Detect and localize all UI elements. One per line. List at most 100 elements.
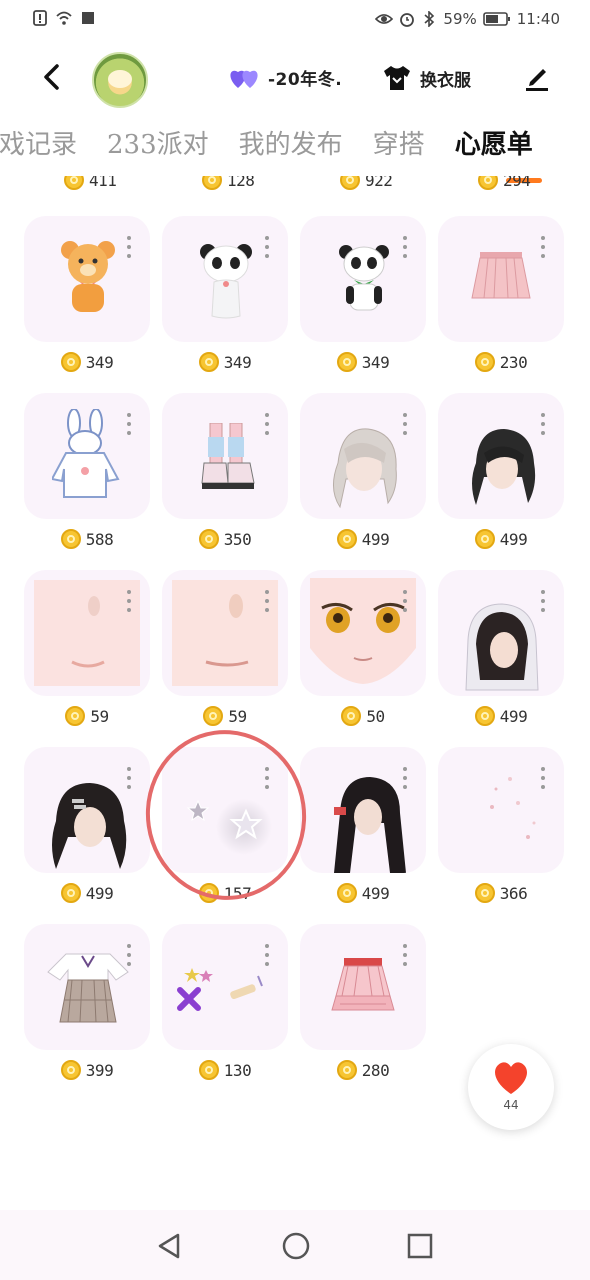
price: 59: [24, 704, 150, 728]
item-card[interactable]: [162, 393, 288, 519]
black-hair-ponytail-image: [472, 429, 536, 505]
price: 499: [300, 881, 426, 905]
candy-accessories-image: [177, 968, 263, 1011]
sparkle-effect-image: [490, 777, 536, 839]
item-card[interactable]: [438, 570, 564, 696]
item-card[interactable]: [162, 216, 288, 342]
more-options-icon[interactable]: [402, 767, 408, 789]
more-options-icon[interactable]: [402, 236, 408, 258]
like-count: 44: [503, 1098, 519, 1112]
coin-icon: [474, 529, 495, 549]
more-options-icon[interactable]: [264, 236, 270, 258]
system-nav-bar: [0, 1210, 590, 1280]
coin-icon: [474, 883, 495, 903]
face-detail: [71, 596, 105, 668]
item-card[interactable]: [300, 747, 426, 873]
item-card[interactable]: [24, 747, 150, 873]
price: 349: [24, 350, 150, 374]
item-card[interactable]: [438, 216, 564, 342]
list-item[interactable]: 280: [300, 924, 426, 1082]
list-item[interactable]: 588: [24, 393, 150, 551]
price: 499: [300, 527, 426, 551]
price: 499: [438, 704, 564, 728]
list-item[interactable]: 349: [300, 216, 426, 374]
item-card[interactable]: [300, 393, 426, 519]
item-card[interactable]: [24, 393, 150, 519]
list-item[interactable]: 499: [24, 747, 150, 905]
list-item[interactable]: 130: [162, 924, 288, 1082]
more-options-icon[interactable]: [540, 590, 546, 612]
list-item[interactable]: 399: [24, 924, 150, 1082]
list-item[interactable]: 366: [438, 747, 564, 905]
more-options-icon[interactable]: [264, 944, 270, 966]
more-options-icon[interactable]: [126, 590, 132, 612]
item-card[interactable]: [162, 924, 288, 1050]
more-options-icon[interactable]: [264, 413, 270, 435]
list-item[interactable]: 50: [300, 570, 426, 728]
price: 399: [24, 1058, 150, 1082]
price: 59: [162, 704, 288, 728]
more-options-icon[interactable]: [540, 236, 546, 258]
coin-icon: [198, 1060, 219, 1080]
home-circle-icon[interactable]: [281, 1231, 311, 1261]
back-triangle-icon[interactable]: [156, 1232, 182, 1260]
list-item[interactable]: 499: [438, 393, 564, 551]
wishlist-grid: 349 349 349 230 588 350 499 499 59 59 50…: [24, 0, 584, 1100]
more-options-icon[interactable]: [126, 413, 132, 435]
item-card[interactable]: [24, 216, 150, 342]
more-options-icon[interactable]: [126, 236, 132, 258]
pink-skirt-image: [471, 252, 531, 299]
item-card[interactable]: [300, 570, 426, 696]
more-options-icon[interactable]: [126, 767, 132, 789]
black-hair-clip-image: [52, 783, 127, 869]
list-item[interactable]: 59: [24, 570, 150, 728]
item-card[interactable]: [162, 570, 288, 696]
like-fab[interactable]: 44: [468, 1044, 554, 1130]
price: 230: [438, 350, 564, 374]
more-options-icon[interactable]: [264, 590, 270, 612]
list-item[interactable]: 349: [162, 216, 288, 374]
list-item[interactable]: 59: [162, 570, 288, 728]
more-options-icon[interactable]: [540, 767, 546, 789]
black-long-hair-image: [334, 777, 406, 873]
panda-white-image: [200, 244, 252, 319]
item-card[interactable]: [300, 924, 426, 1050]
coin-icon: [474, 706, 495, 726]
item-card[interactable]: [24, 924, 150, 1050]
more-options-icon[interactable]: [402, 413, 408, 435]
price: 499: [24, 881, 150, 905]
leg-warmers-image: [201, 423, 255, 489]
more-options-icon[interactable]: [540, 413, 546, 435]
price: 349: [300, 350, 426, 374]
coin-icon: [203, 706, 224, 726]
more-options-icon[interactable]: [402, 944, 408, 966]
coin-icon: [341, 706, 362, 726]
item-card[interactable]: [24, 570, 150, 696]
list-item[interactable]: 230: [438, 216, 564, 374]
ruffle-skirt-image: [331, 958, 395, 1011]
coin-icon: [198, 529, 219, 549]
panda-bow-image: [339, 245, 389, 311]
item-card[interactable]: [438, 393, 564, 519]
recents-square-icon[interactable]: [406, 1232, 434, 1260]
price: 130: [162, 1058, 288, 1082]
price: 50: [300, 704, 426, 728]
coin-icon: [336, 529, 357, 549]
coin-icon: [60, 529, 81, 549]
coin-icon: [60, 1060, 81, 1080]
coin-icon: [60, 352, 81, 372]
list-item[interactable]: 499: [438, 570, 564, 728]
more-options-icon[interactable]: [126, 944, 132, 966]
list-item[interactable]: 499: [300, 393, 426, 551]
more-options-icon[interactable]: [402, 590, 408, 612]
item-card[interactable]: [438, 747, 564, 873]
list-item[interactable]: 499: [300, 747, 426, 905]
heart-icon: [495, 1062, 527, 1094]
price: 280: [300, 1058, 426, 1082]
list-item[interactable]: 350: [162, 393, 288, 551]
item-card[interactable]: [300, 216, 426, 342]
price: 588: [24, 527, 150, 551]
list-item[interactable]: 349: [24, 216, 150, 374]
coin-icon: [474, 352, 495, 372]
coin-icon: [336, 352, 357, 372]
